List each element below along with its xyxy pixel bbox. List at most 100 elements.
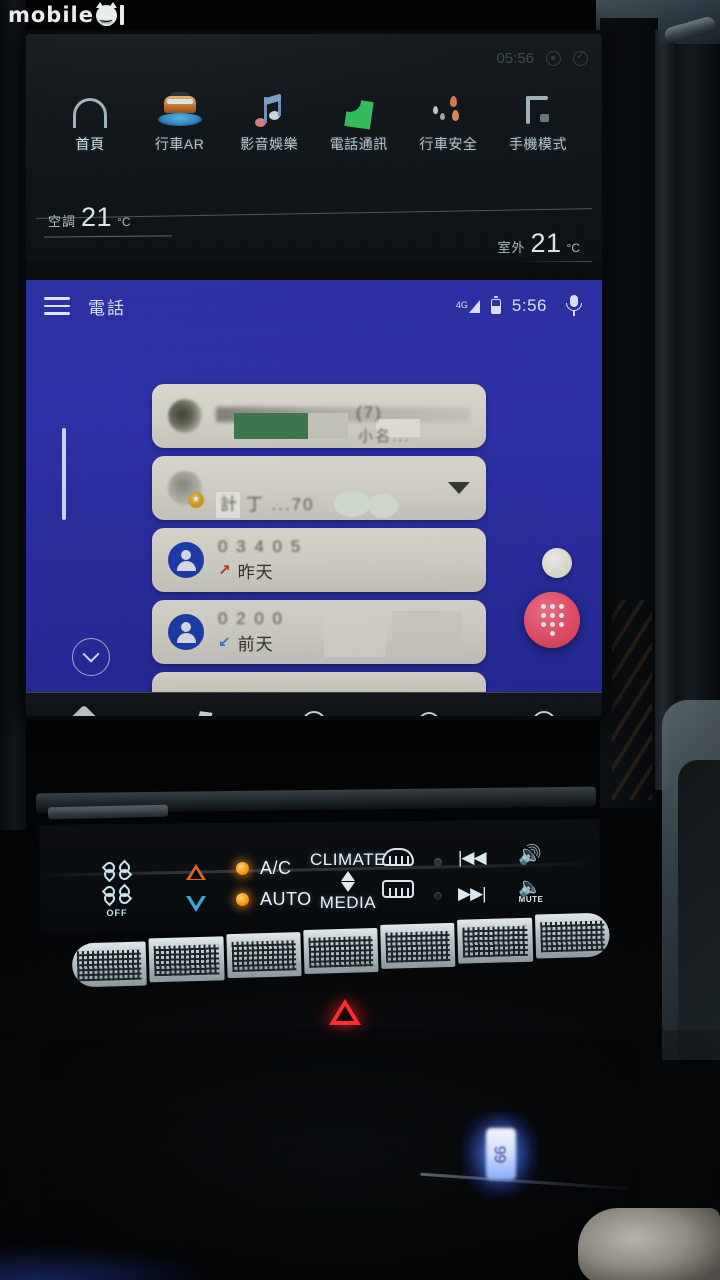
dashboard-left-trim bbox=[0, 0, 26, 830]
list-item[interactable]: (7) 小名... bbox=[152, 384, 486, 448]
mobile01-watermark: mobile ‿ bbox=[8, 1, 124, 27]
ambient-blue-glow bbox=[0, 1244, 210, 1280]
nav-home-button[interactable] bbox=[288, 703, 340, 716]
scroll-down-button[interactable] bbox=[72, 638, 110, 676]
dashboard-reflection bbox=[612, 600, 652, 800]
auto-button[interactable]: AUTO bbox=[236, 889, 312, 910]
scrollbar-indicator[interactable] bbox=[62, 428, 66, 520]
grille-segment bbox=[148, 936, 225, 983]
app-item-media[interactable]: 影音娛樂 bbox=[227, 86, 311, 154]
dialpad-icon bbox=[540, 604, 564, 636]
redaction-bar-b bbox=[392, 611, 462, 657]
star-badge-icon: ★ bbox=[188, 492, 204, 508]
headphones-media-icon bbox=[415, 711, 443, 716]
app-item-driving-ar[interactable]: 行車AR bbox=[138, 86, 222, 154]
avatar bbox=[168, 542, 204, 578]
car-os-top-strip: 05:56 首頁 行車AR bbox=[26, 34, 602, 264]
call-time-label: 昨天 bbox=[237, 563, 274, 582]
ac-auto-controls: A/C AUTO bbox=[236, 858, 312, 910]
microphone-icon[interactable] bbox=[564, 295, 584, 317]
rear-defrost-icon[interactable] bbox=[382, 880, 414, 898]
gear-icon[interactable] bbox=[546, 51, 561, 66]
nav-maps-button[interactable]: ➤ bbox=[58, 703, 110, 716]
grille-segment bbox=[380, 922, 456, 969]
ac-button[interactable]: A/C bbox=[236, 858, 312, 879]
grille-segment bbox=[303, 927, 379, 975]
navigation-maps-icon: ➤ bbox=[65, 704, 102, 716]
triangle-down-icon[interactable] bbox=[340, 882, 355, 892]
hazard-light-button[interactable] bbox=[308, 993, 382, 1031]
outdoor-temperature: 室外 21 °C bbox=[497, 228, 580, 259]
call-time-label: 前天 bbox=[237, 635, 274, 654]
climate-label[interactable]: CLIMATE bbox=[310, 850, 386, 870]
android-auto-clock: 5:56 bbox=[511, 296, 547, 315]
android-auto-status-bar: 電話 4G 5:56 bbox=[26, 280, 602, 332]
app-label-phone-mode: 手機模式 bbox=[508, 136, 567, 152]
head-unit-screen[interactable]: 05:56 首頁 行車AR bbox=[26, 34, 602, 716]
list-item[interactable] bbox=[152, 672, 486, 692]
circle-button-icon[interactable] bbox=[542, 548, 572, 578]
app-item-phone-mode[interactable]: 手機模式 bbox=[496, 86, 580, 154]
grille-segment bbox=[225, 932, 302, 979]
previous-track-icon[interactable]: |◀◀ bbox=[458, 848, 487, 868]
dashboard-trim-highlight bbox=[47, 804, 169, 820]
track-controls: |◀◀ ▶▶| bbox=[458, 848, 487, 904]
home-icon bbox=[73, 86, 107, 128]
list-item-primary: (7) bbox=[356, 403, 383, 422]
redaction-blob-a bbox=[334, 491, 370, 517]
fan-off-icon[interactable] bbox=[101, 883, 133, 907]
app-item-phone[interactable]: 電話通訊 bbox=[317, 86, 401, 154]
dashboard-right-chrome-trim bbox=[655, 30, 675, 790]
fan-icon[interactable] bbox=[101, 859, 133, 883]
indoor-temperature[interactable]: 空調 21 °C bbox=[48, 202, 131, 233]
app-item-home[interactable]: 首頁 bbox=[48, 86, 132, 154]
mute-button[interactable]: 🔈 MUTE bbox=[518, 878, 544, 904]
defrost-controls bbox=[382, 848, 414, 898]
grille-segment bbox=[71, 941, 148, 988]
watermark-text: mobile bbox=[8, 3, 94, 27]
devil-face-icon: ‿ bbox=[95, 1, 117, 26]
app-item-driving-safety[interactable]: 行車安全 bbox=[406, 86, 490, 154]
dialpad-fab-button[interactable] bbox=[524, 592, 580, 648]
list-item[interactable]: ★ 計 丁 ...70 bbox=[152, 456, 486, 520]
app-label-media: 影音娛樂 bbox=[240, 136, 299, 152]
list-item-text: 0 3 4 0 5 ↗ 昨天 bbox=[218, 537, 470, 583]
indoor-temp-unit: °C bbox=[117, 215, 131, 229]
mute-icon: 🔈 bbox=[518, 877, 542, 898]
triangle-up-icon[interactable] bbox=[186, 864, 206, 880]
missed-call-arrow-icon: ↗ bbox=[218, 562, 231, 579]
blue-led-glyph: 66 bbox=[491, 1146, 510, 1164]
avatar bbox=[168, 399, 202, 433]
redaction-bar-green bbox=[234, 413, 308, 439]
user-check-icon[interactable] bbox=[573, 49, 588, 66]
app-label-driving-ar: 行車AR bbox=[154, 136, 205, 152]
nav-recents-button[interactable] bbox=[518, 703, 570, 716]
fan-speed-controls: OFF bbox=[101, 859, 133, 918]
list-item[interactable]: 0 2 0 0 ↙ 前天 bbox=[152, 600, 486, 664]
media-label[interactable]: MEDIA bbox=[320, 893, 376, 913]
triangle-up-icon[interactable] bbox=[340, 871, 355, 881]
signal-bars-icon: 4G bbox=[456, 299, 480, 313]
volume-up-icon[interactable]: 🔊 bbox=[518, 846, 544, 866]
triangle-down-icon[interactable] bbox=[186, 896, 206, 912]
redaction-bar-a bbox=[324, 611, 386, 657]
incoming-call-arrow-icon: ↙ bbox=[218, 634, 231, 651]
redaction-bar-grey bbox=[308, 413, 348, 439]
list-item[interactable]: 0 3 4 0 5 ↗ 昨天 bbox=[152, 528, 486, 592]
hamburger-menu-icon[interactable] bbox=[44, 297, 70, 315]
volume-controls: 🔊 🔈 MUTE bbox=[518, 846, 544, 904]
indoor-temp-label: 空調 bbox=[48, 214, 77, 229]
list-item-text: (7) 小名... bbox=[216, 403, 470, 445]
nav-phone-button[interactable] bbox=[173, 703, 225, 716]
temperature-controls bbox=[186, 864, 206, 912]
grille-segment bbox=[534, 912, 611, 959]
nav-media-button[interactable] bbox=[403, 703, 455, 716]
next-track-icon[interactable]: ▶▶| bbox=[458, 884, 487, 904]
chevron-down-icon bbox=[82, 645, 100, 663]
app-label-home: 首頁 bbox=[75, 136, 105, 152]
front-defrost-icon[interactable] bbox=[382, 848, 414, 866]
driving-safety-icon bbox=[428, 86, 468, 128]
list-item-secondary: 小名... bbox=[358, 428, 411, 445]
outdoor-temp-label: 室外 bbox=[497, 240, 526, 255]
chevron-down-icon[interactable] bbox=[448, 482, 470, 494]
